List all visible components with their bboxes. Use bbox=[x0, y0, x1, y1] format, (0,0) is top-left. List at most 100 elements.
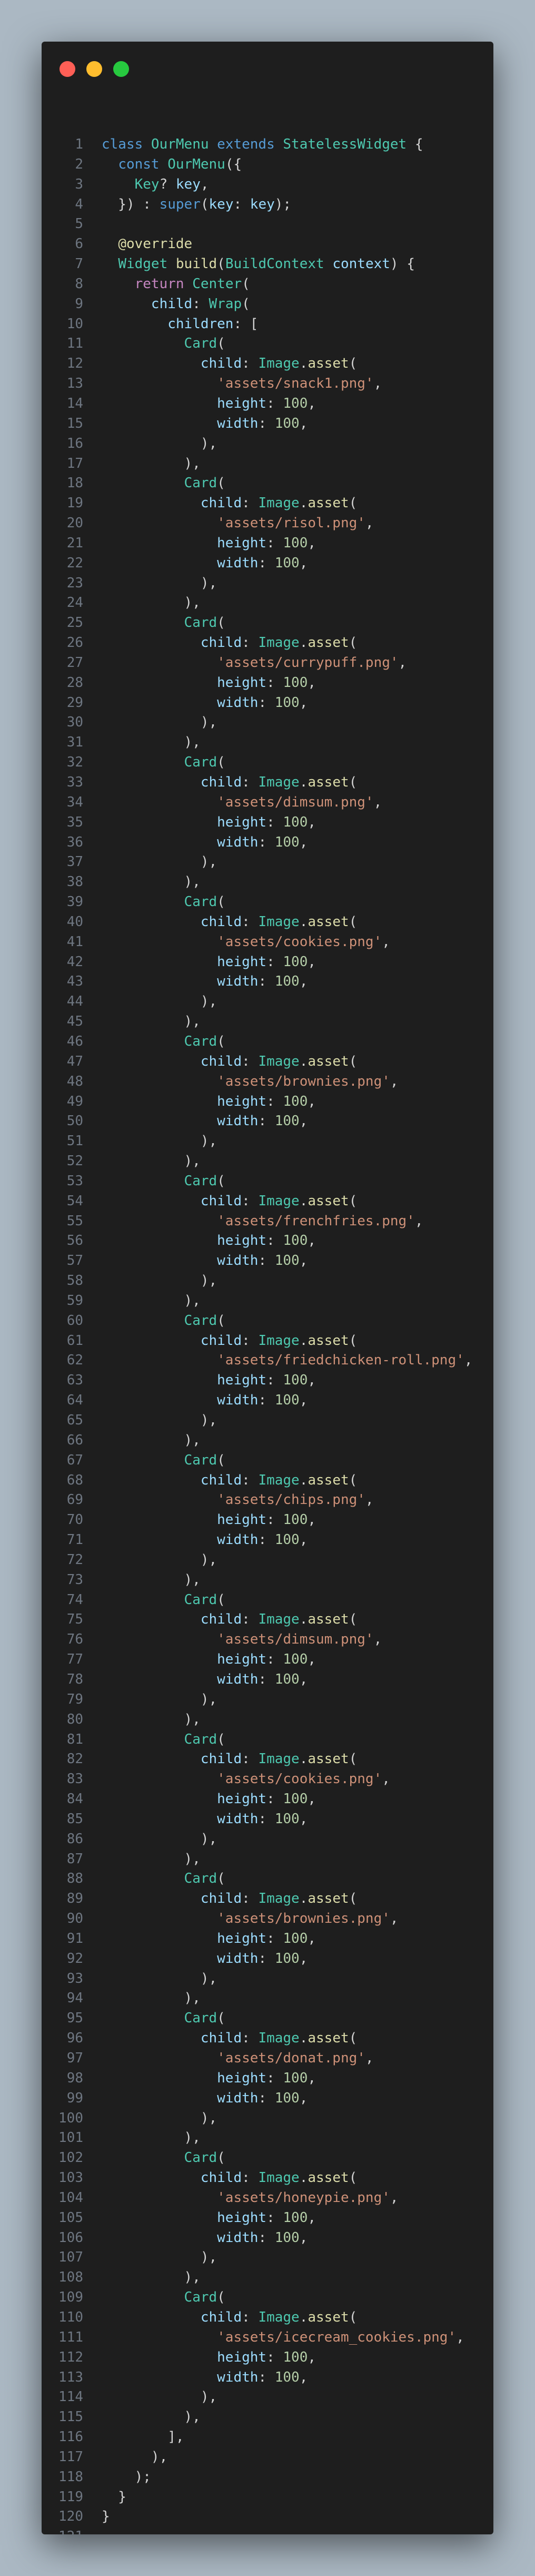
code-token: height bbox=[217, 1651, 267, 1668]
code-text: child: Image.asset( bbox=[102, 354, 357, 374]
code-token: class bbox=[102, 136, 151, 152]
code-token: @override bbox=[118, 236, 193, 252]
code-line: 2 const OurMenu({ bbox=[42, 155, 493, 175]
code-text: 'assets/dimsum.png', bbox=[102, 1630, 382, 1650]
code-text: } bbox=[102, 2487, 126, 2508]
line-number: 36 bbox=[66, 834, 83, 850]
code-token: Image bbox=[258, 1193, 300, 1209]
line-number: 15 bbox=[66, 415, 83, 431]
code-line: 114 ), bbox=[42, 2387, 493, 2407]
code-token: 'assets/honeypie.png' bbox=[217, 2189, 390, 2206]
code-token: : bbox=[266, 814, 283, 830]
code-text: width: 100, bbox=[102, 554, 308, 574]
code-token: ), bbox=[102, 1691, 217, 1707]
code-text: 'assets/risol.png', bbox=[102, 514, 373, 534]
code-token: 'assets/donat.png' bbox=[217, 2050, 365, 2066]
code-token: width bbox=[217, 1113, 259, 1129]
code-token: extends bbox=[217, 136, 283, 152]
code-token: Image bbox=[258, 1332, 300, 1349]
code-token: 100 bbox=[283, 2349, 308, 2365]
code-token: 100 bbox=[274, 1532, 300, 1548]
code-token: ), bbox=[102, 2110, 217, 2126]
code-text: ), bbox=[102, 872, 201, 892]
code-token: : bbox=[266, 1791, 283, 1807]
code-token: : bbox=[242, 635, 259, 651]
code-token: child bbox=[200, 1332, 242, 1349]
code-line: 11 Card( bbox=[42, 334, 493, 354]
code-token: Card bbox=[184, 2150, 217, 2166]
code-token: Image bbox=[258, 2170, 300, 2186]
code-text: height: 100, bbox=[102, 1650, 316, 1670]
code-token: child bbox=[200, 774, 242, 790]
code-token: 100 bbox=[283, 1093, 308, 1109]
code-text: ), bbox=[102, 434, 217, 454]
code-text: height: 100, bbox=[102, 2208, 316, 2228]
close-button[interactable] bbox=[60, 61, 75, 77]
line-number: 61 bbox=[66, 1332, 83, 1349]
line-number: 63 bbox=[66, 1372, 83, 1389]
line-number: 56 bbox=[66, 1233, 83, 1249]
code-text: ), bbox=[102, 1690, 217, 1710]
code-token: ( bbox=[349, 913, 358, 930]
code-token: 100 bbox=[283, 814, 308, 830]
line-number: 115 bbox=[58, 2409, 83, 2425]
line-number: 19 bbox=[66, 495, 83, 512]
code-text: Card( bbox=[102, 474, 225, 494]
code-token: Image bbox=[258, 635, 300, 651]
code-token: . bbox=[299, 1472, 308, 1488]
code-token: 100 bbox=[283, 1930, 308, 1946]
code-line: 40 child: Image.asset( bbox=[42, 912, 493, 932]
code-line: 111 'assets/icecream_cookies.png', bbox=[42, 2328, 493, 2348]
code-token: , bbox=[456, 2329, 464, 2345]
code-token: StatelessWidget bbox=[283, 136, 415, 152]
code-line: 10 children: [ bbox=[42, 314, 493, 335]
code-token: height bbox=[217, 535, 267, 551]
code-token: ( bbox=[242, 276, 250, 292]
line-number: 10 bbox=[66, 316, 83, 332]
line-number: 85 bbox=[66, 1811, 83, 1827]
code-token: OurMenu bbox=[167, 156, 225, 172]
code-line: 56 height: 100, bbox=[42, 1231, 493, 1251]
code-token: Image bbox=[258, 2030, 300, 2047]
line-number: 41 bbox=[66, 933, 83, 950]
code-token: : bbox=[266, 2349, 283, 2365]
code-token: asset bbox=[308, 2030, 349, 2047]
code-line: 95 Card( bbox=[42, 2009, 493, 2029]
code-token: 'assets/dimsum.png' bbox=[217, 794, 374, 810]
code-text: child: Image.asset( bbox=[102, 494, 357, 514]
code-line: 91 height: 100, bbox=[42, 1929, 493, 1949]
code-token: 100 bbox=[274, 555, 300, 571]
line-number: 79 bbox=[66, 1691, 83, 1707]
code-token: Card bbox=[184, 1312, 217, 1329]
code-line: 59 ), bbox=[42, 1291, 493, 1311]
code-token: Image bbox=[258, 774, 300, 790]
line-number: 96 bbox=[66, 2030, 83, 2047]
code-line: 101 ), bbox=[42, 2128, 493, 2148]
line-number: 119 bbox=[58, 2489, 83, 2505]
line-number: 11 bbox=[66, 336, 83, 352]
code-line: 31 ), bbox=[42, 733, 493, 753]
line-number: 107 bbox=[58, 2249, 83, 2266]
code-token: asset bbox=[308, 1193, 349, 1209]
minimize-button[interactable] bbox=[86, 61, 102, 77]
code-line: 71 width: 100, bbox=[42, 1530, 493, 1550]
code-token: BuildContext bbox=[225, 256, 333, 272]
maximize-button[interactable] bbox=[113, 61, 129, 77]
code-editor[interactable]: 1 class OurMenu extends StatelessWidget {… bbox=[42, 135, 493, 2534]
code-token: ), bbox=[102, 1711, 201, 1727]
line-number: 51 bbox=[66, 1133, 83, 1149]
code-token: , bbox=[299, 1950, 308, 1967]
code-token: key bbox=[175, 176, 201, 192]
code-token: ? bbox=[159, 176, 176, 192]
code-token: width bbox=[217, 694, 259, 711]
